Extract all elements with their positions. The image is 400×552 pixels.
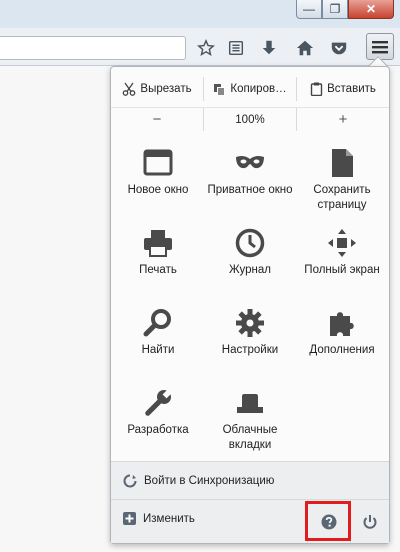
- tab-icon: [237, 394, 263, 413]
- cloud-tabs-button[interactable]: Облачные вкладки: [204, 383, 296, 463]
- edit-controls: Вырезать Копиров… Вставить: [111, 77, 389, 101]
- copy-icon: [214, 83, 226, 96]
- addons-button[interactable]: Дополнения: [296, 303, 388, 383]
- download-arrow-icon: [262, 40, 276, 55]
- fullscreen-arrows-icon: [328, 229, 356, 257]
- star-icon: [197, 39, 215, 56]
- private-window-button[interactable]: Приватное окно: [204, 143, 296, 223]
- close-icon: ✕: [365, 2, 377, 16]
- zoom-out-button[interactable]: −: [111, 108, 203, 131]
- history-button[interactable]: Журнал: [204, 223, 296, 303]
- cloud-tabs-label: Облачные вкладки: [222, 424, 278, 451]
- document-icon: [332, 149, 353, 177]
- fullscreen-button[interactable]: Полный экран: [296, 223, 388, 303]
- search-input[interactable]: [0, 36, 186, 60]
- maximize-button[interactable]: ❐: [322, 0, 348, 19]
- find-label: Найти: [141, 344, 175, 356]
- downloads-button[interactable]: [255, 35, 283, 61]
- magnifier-icon: [143, 309, 171, 337]
- sync-signin-button[interactable]: Войти в Синхронизацию: [111, 461, 389, 499]
- save-page-label: Сохранить страницу: [313, 184, 371, 211]
- clipboard-icon: [310, 82, 323, 96]
- puzzle-piece-icon: [330, 312, 354, 336]
- quit-button[interactable]: [351, 500, 389, 543]
- zoom-controls: − 100% +: [111, 107, 389, 131]
- options-label: Настройки: [221, 344, 279, 356]
- cut-button[interactable]: Вырезать: [111, 77, 204, 101]
- customize-button[interactable]: Изменить: [123, 512, 195, 525]
- history-label: Журнал: [229, 264, 271, 276]
- maximize-icon: ❐: [329, 2, 341, 16]
- clock-icon: [235, 228, 265, 258]
- wrench-icon: [145, 390, 171, 416]
- sync-icon: [123, 474, 137, 487]
- plus-square-icon: [123, 512, 136, 525]
- print-label: Печать: [139, 264, 177, 276]
- mask-icon: [236, 155, 264, 169]
- zoom-in-button[interactable]: +: [297, 108, 389, 131]
- main-menu-panel: Вырезать Копиров… Вставить − 100% + Ново…: [110, 66, 390, 544]
- zoom-reset-button[interactable]: 100%: [203, 108, 297, 131]
- scissors-icon: [123, 82, 136, 96]
- addons-label: Дополнения: [309, 344, 375, 356]
- bookmarks-menu-button[interactable]: [222, 35, 250, 61]
- home-icon: [296, 40, 314, 56]
- copy-label: Копиров…: [230, 83, 287, 95]
- pocket-icon: [331, 42, 347, 55]
- close-button[interactable]: ✕: [348, 0, 394, 19]
- window-icon: [143, 149, 173, 176]
- gear-icon: [236, 309, 264, 337]
- home-button[interactable]: [291, 35, 319, 61]
- customize-label: Изменить: [143, 512, 195, 525]
- print-button[interactable]: Печать: [112, 223, 204, 303]
- private-window-label: Приватное окно: [207, 184, 293, 196]
- pocket-button[interactable]: [325, 35, 353, 61]
- paste-button[interactable]: Вставить: [297, 77, 389, 101]
- open-menu-button[interactable]: [366, 33, 394, 60]
- minimize-button[interactable]: —: [296, 0, 322, 19]
- bookmarks-list-icon: [228, 40, 244, 56]
- find-button[interactable]: Найти: [112, 303, 204, 383]
- bookmark-star-button[interactable]: [192, 35, 220, 61]
- new-window-label: Новое окно: [127, 184, 189, 196]
- new-window-button[interactable]: Новое окно: [112, 143, 204, 223]
- save-page-button[interactable]: Сохранить страницу: [296, 143, 388, 223]
- developer-button[interactable]: Разработка: [112, 383, 204, 463]
- cut-label: Вырезать: [140, 83, 192, 95]
- paste-label: Вставить: [327, 83, 376, 95]
- hamburger-menu-icon: [372, 40, 388, 53]
- copy-button[interactable]: Копиров…: [204, 77, 297, 101]
- options-button[interactable]: Настройки: [204, 303, 296, 383]
- fullscreen-label: Полный экран: [304, 264, 380, 276]
- printer-icon: [144, 230, 172, 257]
- developer-label: Разработка: [127, 424, 189, 436]
- sync-label: Войти в Синхронизацию: [144, 474, 275, 487]
- power-icon: [363, 514, 377, 529]
- help-highlight-box: [305, 501, 351, 541]
- minimize-icon: —: [303, 2, 315, 16]
